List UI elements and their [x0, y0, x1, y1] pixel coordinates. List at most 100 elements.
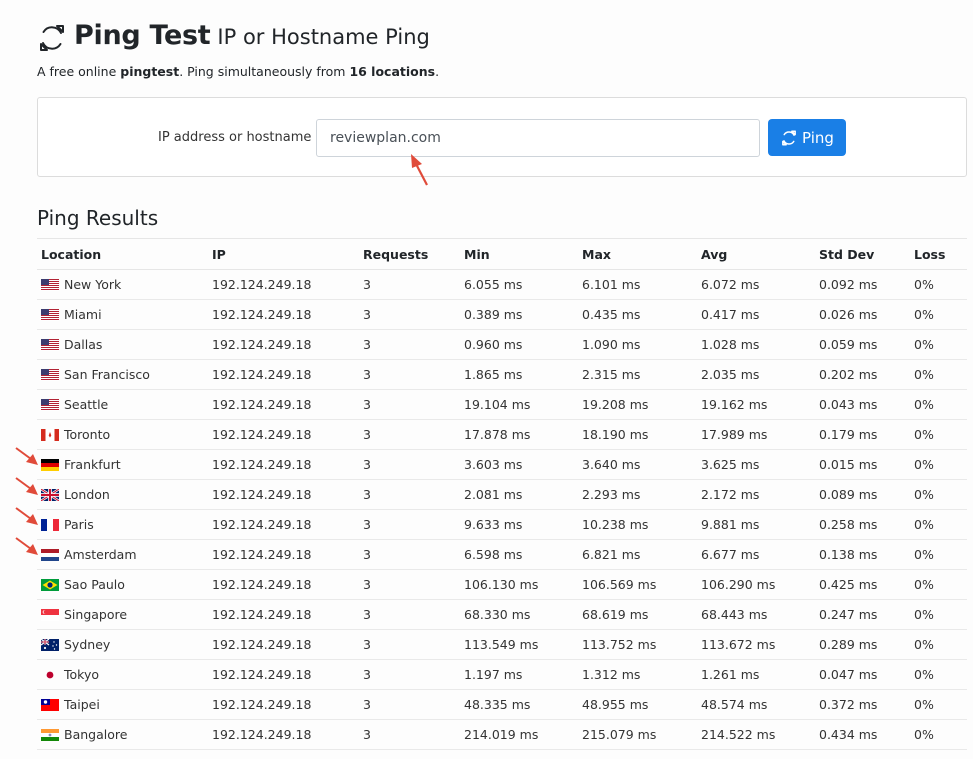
flag-gb-icon: [40, 487, 60, 502]
min-cell: 48.335 ms: [460, 689, 578, 720]
std-dev-cell: 0.179 ms: [815, 419, 910, 450]
min-cell: 106.130 ms: [460, 569, 578, 600]
location: Sydney: [40, 637, 204, 652]
requests-cell: 3: [359, 359, 460, 390]
avg-cell: 106.290 ms: [697, 569, 815, 600]
tagline-text: .: [435, 64, 440, 79]
min-cell: 3.603 ms: [460, 449, 578, 480]
avg-cell: 68.443 ms: [697, 599, 815, 630]
loss-cell: 0%: [910, 659, 967, 690]
location-cell: Toronto: [37, 419, 208, 450]
min-cell: 0.960 ms: [460, 329, 578, 360]
avg-cell: 0.417 ms: [697, 299, 815, 330]
loss-cell: 0%: [910, 419, 967, 450]
page-subtitle: IP or Hostname Ping: [217, 25, 430, 49]
flag-au-icon: [40, 638, 59, 651]
tagline-text: . Ping simultaneously from: [179, 64, 350, 79]
requests-cell: 3: [359, 449, 460, 480]
location-name: Tokyo: [64, 667, 99, 682]
location: Dallas: [41, 337, 204, 352]
column-header-std-dev[interactable]: Std Dev: [815, 238, 910, 270]
ping-form: IP address or hostname Ping: [37, 97, 967, 177]
table-row: London 192.124.249.18 3 2.081 ms 2.293 ms 2.1…: [37, 479, 967, 510]
max-cell: 113.752 ms: [578, 629, 697, 660]
location-name: New York: [64, 277, 122, 292]
flag-us-icon: [41, 368, 59, 381]
std-dev-cell: 0.425 ms: [815, 569, 910, 600]
column-header-loss[interactable]: Loss: [910, 238, 967, 270]
std-dev-cell: 0.202 ms: [815, 359, 910, 390]
std-dev-cell: 0.372 ms: [815, 689, 910, 720]
ip-cell: 192.124.249.18: [208, 569, 359, 600]
flag-us-icon: [41, 308, 59, 321]
location-cell: Dallas: [37, 329, 208, 360]
column-header-min[interactable]: Min: [460, 238, 578, 270]
table-row: Frankfurt 192.124.249.18 3 3.603 ms 3.640 ms…: [37, 449, 967, 480]
max-cell: 68.619 ms: [578, 599, 697, 630]
location-name: Frankfurt: [64, 457, 121, 472]
location-name: London: [64, 487, 110, 502]
hostname-input[interactable]: [316, 119, 760, 157]
location: Taipei: [41, 697, 204, 712]
column-header-requests[interactable]: Requests: [359, 238, 460, 270]
loss-cell: 0%: [910, 629, 967, 660]
flag-sg-icon: [41, 608, 59, 621]
loss-cell: 0%: [910, 569, 967, 600]
min-cell: 113.549 ms: [460, 629, 578, 660]
tagline: A free online pingtest. Ping simultaneou…: [37, 64, 439, 79]
location-name: Paris: [64, 517, 94, 532]
avg-cell: 1.261 ms: [697, 659, 815, 690]
location-name: Seattle: [64, 397, 109, 412]
refresh-icon: [782, 130, 796, 145]
requests-cell: 3: [359, 509, 460, 540]
table-row: Tokyo 192.124.249.18 3 1.197 ms 1.312 ms 1.26…: [37, 659, 967, 690]
column-header-max[interactable]: Max: [578, 238, 697, 270]
location: Singapore: [41, 607, 204, 622]
column-header-location[interactable]: Location: [37, 238, 208, 270]
std-dev-cell: 0.289 ms: [815, 629, 910, 660]
min-cell: 1.865 ms: [460, 359, 578, 390]
ip-cell: 192.124.249.18: [208, 419, 359, 450]
flag-nl-icon: [41, 548, 59, 561]
loss-cell: 0%: [910, 449, 967, 480]
min-cell: 19.104 ms: [460, 389, 578, 420]
requests-cell: 3: [359, 689, 460, 720]
location-name: Miami: [64, 307, 102, 322]
std-dev-cell: 0.047 ms: [815, 659, 910, 690]
location-cell: Bangalore: [37, 719, 208, 750]
location-cell: London: [37, 479, 208, 510]
flag-br-icon: [41, 578, 59, 591]
flag-in-icon: [41, 728, 59, 741]
location-name: Dallas: [64, 337, 103, 352]
table-row: Toronto 192.124.249.18 3 17.878 ms 18.190 ms…: [37, 419, 967, 450]
table-row: Singapore 192.124.249.18 3 68.330 ms 68.619 …: [37, 599, 967, 630]
loss-cell: 0%: [910, 719, 967, 750]
avg-cell: 17.989 ms: [697, 419, 815, 450]
table-row: Seattle 192.124.249.18 3 19.104 ms 19.208 ms…: [37, 389, 967, 420]
std-dev-cell: 0.092 ms: [815, 269, 910, 300]
location: Sao Paulo: [41, 577, 204, 592]
max-cell: 3.640 ms: [578, 449, 697, 480]
avg-cell: 6.072 ms: [697, 269, 815, 300]
location-name: Amsterdam: [64, 547, 137, 562]
avg-cell: 19.162 ms: [697, 389, 815, 420]
requests-cell: 3: [359, 719, 460, 750]
location-cell: Seattle: [37, 389, 208, 420]
std-dev-cell: 0.138 ms: [815, 539, 910, 570]
max-cell: 2.315 ms: [578, 359, 697, 390]
location-cell: San Francisco: [37, 359, 208, 390]
location-name: Sydney: [64, 637, 111, 652]
flag-ca-icon: [41, 428, 59, 441]
ip-cell: 192.124.249.18: [208, 659, 359, 690]
location-cell: Paris: [37, 509, 208, 540]
column-header-ip[interactable]: IP: [208, 238, 359, 270]
ping-button[interactable]: Ping: [768, 119, 846, 156]
requests-cell: 3: [359, 569, 460, 600]
min-cell: 68.330 ms: [460, 599, 578, 630]
ip-cell: 192.124.249.18: [208, 539, 359, 570]
ip-cell: 192.124.249.18: [208, 689, 359, 720]
tagline-bold-pingtest: pingtest: [120, 64, 180, 79]
column-header-avg[interactable]: Avg: [697, 238, 815, 270]
requests-cell: 3: [359, 389, 460, 420]
table-row: Dallas 192.124.249.18 3 0.960 ms 1.090 ms 1.0…: [37, 329, 967, 360]
